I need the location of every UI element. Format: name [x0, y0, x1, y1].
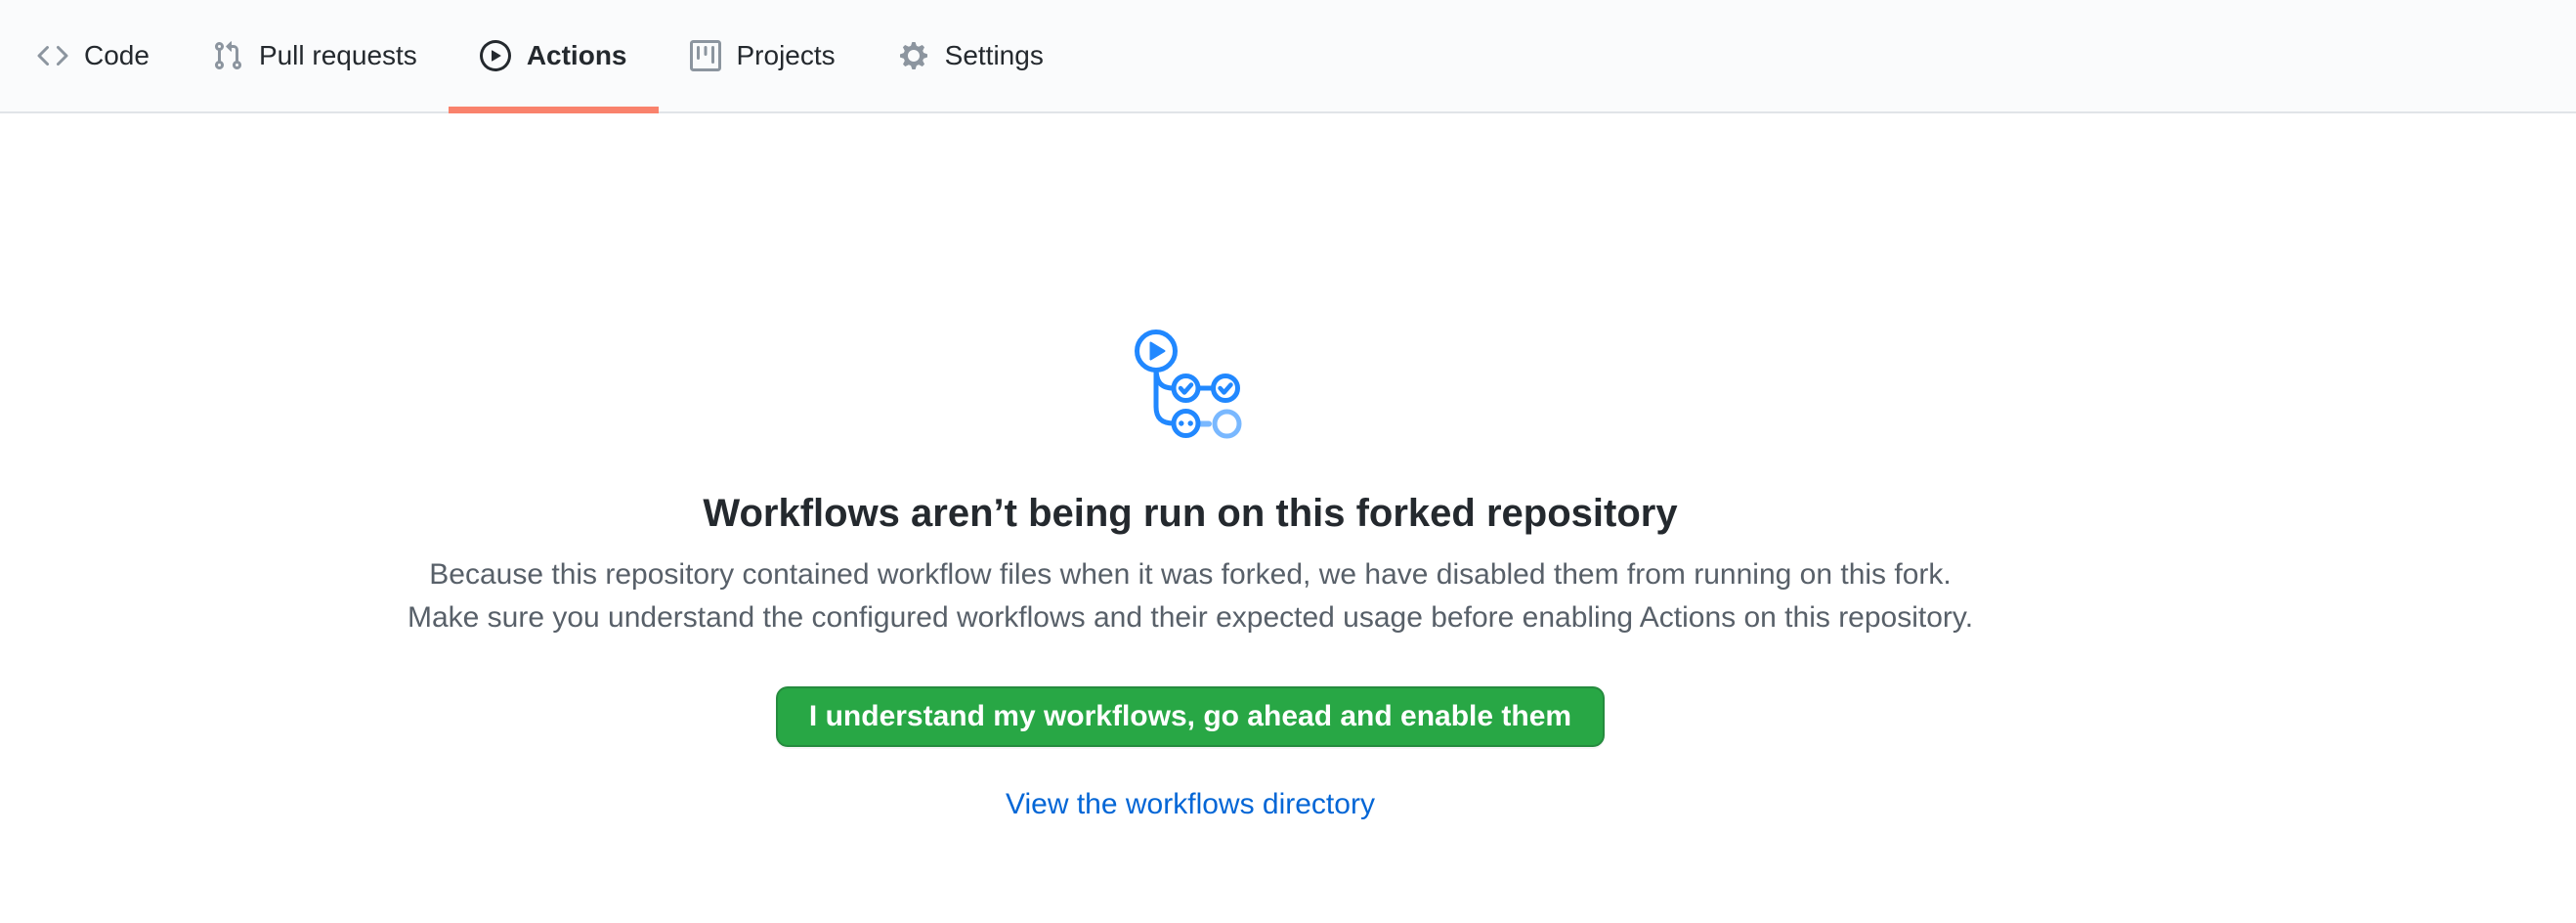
gear-icon: [898, 40, 929, 71]
enable-workflows-button[interactable]: I understand my workflows, go ahead and …: [776, 686, 1605, 747]
play-circle-icon: [480, 40, 511, 71]
tab-settings[interactable]: Settings: [867, 0, 1075, 111]
tab-code-label: Code: [84, 42, 150, 69]
tab-actions-label: Actions: [527, 42, 627, 69]
tab-settings-label: Settings: [945, 42, 1044, 69]
tab-pull-requests-label: Pull requests: [259, 42, 417, 69]
page-title: Workflows aren’t being run on this forke…: [0, 489, 2381, 538]
workflow-graph-icon: [1134, 329, 1247, 444]
view-workflows-directory-link[interactable]: View the workflows directory: [1006, 788, 1375, 820]
tab-pull-requests[interactable]: Pull requests: [181, 0, 449, 111]
actions-disabled-blankslate: Workflows aren’t being run on this forke…: [0, 113, 2381, 821]
blankslate-description: Because this repository contained workfl…: [394, 553, 1987, 639]
code-icon: [37, 40, 68, 71]
tab-actions[interactable]: Actions: [449, 0, 659, 111]
project-board-icon: [690, 40, 721, 71]
tab-code[interactable]: Code: [6, 0, 181, 111]
repo-tab-nav: Code Pull requests Actions Projects Sett…: [0, 0, 2576, 113]
tab-projects-label: Projects: [737, 42, 836, 69]
tab-projects[interactable]: Projects: [659, 0, 867, 111]
git-pull-request-icon: [212, 40, 243, 71]
